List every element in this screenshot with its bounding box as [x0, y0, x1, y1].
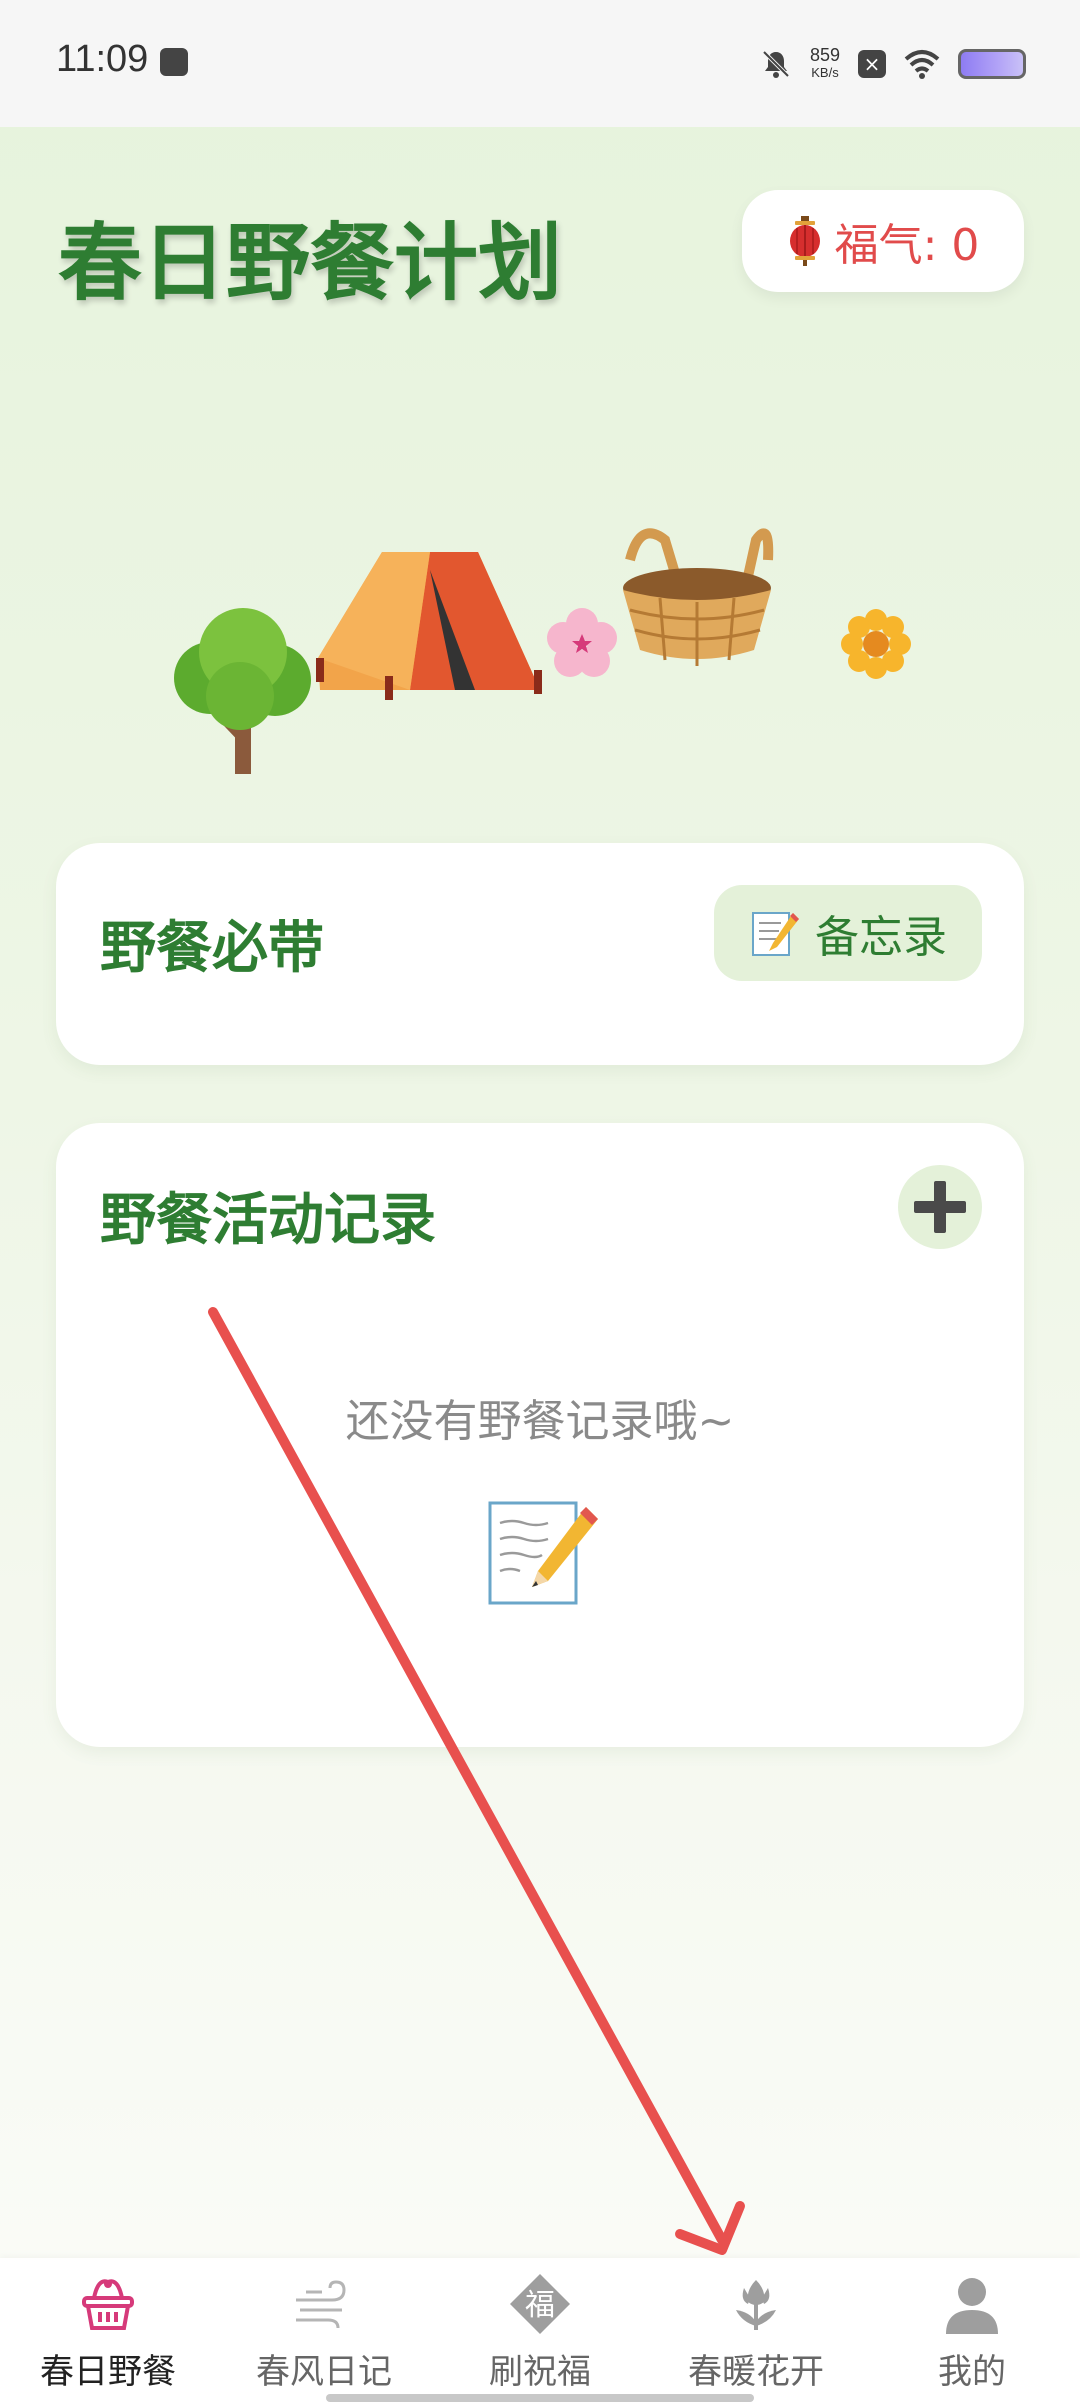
nav-item-diary[interactable]: 春风日记	[216, 2272, 432, 2402]
nav-item-blessing[interactable]: 福 刷祝福	[432, 2272, 648, 2402]
bottom-nav: 春日野餐 春风日记 福 刷祝福 春暖花开 我的	[0, 2258, 1080, 2408]
network-speed: 859 KB/s	[810, 46, 840, 82]
fortune-label: 福气: 0	[834, 220, 980, 271]
empty-state-text: 还没有野餐记录哦~	[345, 1396, 735, 1447]
pink-flower-icon	[547, 608, 617, 677]
nav-label-diary: 春风日记	[256, 2352, 392, 2392]
basket-icon-decor	[623, 528, 774, 666]
home-indicator[interactable]	[326, 2394, 754, 2402]
network-speed-unit: KB/s	[811, 65, 839, 80]
nav-label-profile: 我的	[938, 2352, 1006, 2392]
wifi-icon	[904, 50, 940, 79]
sunflower-icon	[841, 609, 911, 679]
essentials-title: 野餐必带	[100, 916, 324, 981]
nav-label-flowers: 春暖花开	[688, 2352, 824, 2392]
nav-label-picnic: 春日野餐	[40, 2352, 176, 2392]
memo-icon	[752, 912, 799, 956]
status-icons: 859 KB/s ×	[760, 40, 1026, 88]
notification-app-icon	[160, 48, 188, 76]
svg-text:福: 福	[525, 2288, 555, 2323]
add-record-button[interactable]	[898, 1165, 982, 1249]
picnic-scene	[174, 528, 911, 774]
status-time: 11:09	[56, 38, 149, 80]
basket-icon	[82, 2279, 134, 2330]
records-title: 野餐活动记录	[100, 1188, 436, 1253]
essentials-card: 野餐必带 备忘录	[56, 843, 1024, 1065]
fortune-badge[interactable]: 福气: 0	[742, 190, 1024, 292]
nav-item-flowers[interactable]: 春暖花开	[648, 2272, 864, 2402]
lantern-icon	[789, 216, 820, 266]
memo-button[interactable]: 备忘录	[714, 885, 982, 981]
tulip-icon	[736, 2280, 776, 2330]
person-icon	[946, 2278, 998, 2334]
memo-button-label: 备忘录	[815, 912, 947, 963]
records-card: 野餐活动记录 还没有野餐记录哦~	[56, 1123, 1024, 1747]
nav-item-picnic[interactable]: 春日野餐	[0, 2272, 216, 2402]
status-bar: 11:09 859 KB/s ×	[0, 0, 1080, 127]
plus-icon	[914, 1181, 966, 1233]
tree-icon	[174, 608, 311, 774]
close-box-icon: ×	[858, 50, 886, 78]
fu-blessing-icon: 福	[510, 2274, 570, 2334]
nav-item-profile[interactable]: 我的	[864, 2272, 1080, 2402]
network-speed-value: 859	[809, 45, 840, 65]
mute-bell-icon	[762, 50, 790, 78]
page-title: 春日野餐计划	[58, 214, 563, 312]
battery-icon	[958, 49, 1026, 79]
tent-icon	[316, 552, 542, 700]
nav-label-blessing: 刷祝福	[489, 2352, 591, 2392]
wind-icon	[296, 2280, 346, 2329]
memo-pencil-icon	[488, 1501, 598, 1605]
